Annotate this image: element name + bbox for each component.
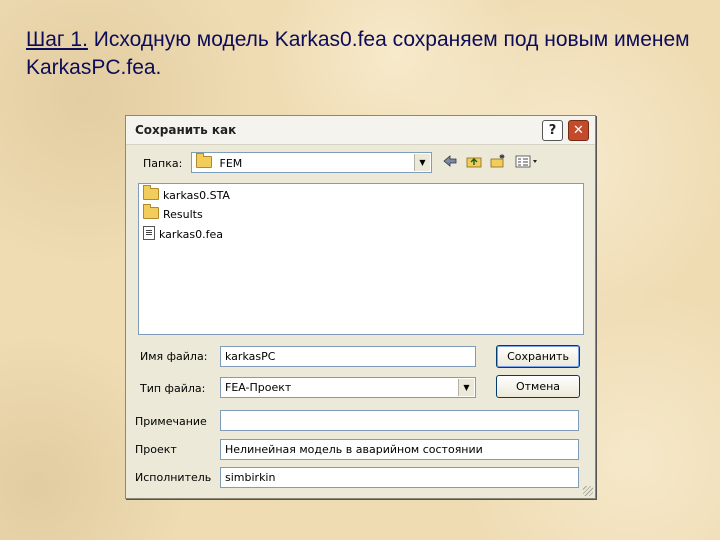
save-button[interactable]: Сохранить: [496, 345, 580, 368]
project-value: Нелинейная модель в аварийном состоянии: [225, 443, 483, 456]
filename-label: Имя файла:: [140, 350, 208, 363]
author-label: Исполнитель: [135, 471, 212, 484]
chevron-down-icon[interactable]: ▼: [414, 154, 430, 171]
folder-label: Папка:: [143, 157, 183, 170]
filetype-combo[interactable]: FEA-Проект ▼: [220, 377, 476, 398]
file-name: karkas0.fea: [159, 228, 223, 241]
folder-value: FEM: [219, 157, 243, 170]
resize-grip[interactable]: [583, 486, 593, 496]
file-name: Results: [163, 208, 203, 221]
filename-input[interactable]: karkasPC: [220, 346, 476, 367]
close-button[interactable]: ✕: [568, 120, 589, 141]
project-label: Проект: [135, 443, 177, 456]
folder-combo-value: FEM: [196, 153, 243, 170]
folder-icon: [143, 204, 159, 219]
view-menu-icon[interactable]: [514, 154, 540, 170]
folder-combo[interactable]: FEM ▼: [191, 152, 432, 173]
up-folder-icon[interactable]: [466, 154, 482, 170]
folder-icon: [143, 185, 159, 200]
file-list[interactable]: karkas0.STA Results karkas0.fea: [138, 183, 584, 335]
list-item[interactable]: karkas0.fea: [143, 226, 223, 241]
note-label: Примечание: [135, 415, 207, 428]
dialog-titlebar[interactable]: Сохранить как ? ✕: [126, 116, 595, 145]
project-input[interactable]: Нелинейная модель в аварийном состоянии: [220, 439, 579, 460]
back-icon[interactable]: [442, 154, 458, 170]
list-item[interactable]: Results: [143, 204, 203, 221]
author-value: simbirkin: [225, 471, 276, 484]
help-button[interactable]: ?: [542, 120, 563, 141]
dialog-title: Сохранить как: [135, 123, 237, 137]
step-label: Шаг 1.: [26, 28, 88, 51]
step-text: Исходную модель Karkas0.fea сохраняем по…: [26, 28, 690, 79]
chevron-down-icon[interactable]: ▼: [458, 379, 474, 396]
filetype-label: Тип файла:: [140, 382, 206, 395]
file-name: karkas0.STA: [163, 189, 230, 202]
save-as-dialog: Сохранить как ? ✕ Папка: FEM ▼ karkas0.S…: [125, 115, 596, 499]
filename-value: karkasPC: [225, 350, 276, 363]
filetype-value: FEA-Проект: [225, 381, 292, 394]
new-folder-icon[interactable]: [490, 154, 506, 170]
cancel-button[interactable]: Отмена: [496, 375, 580, 398]
slide-title: Шаг 1. Исходную модель Karkas0.fea сохра…: [26, 26, 706, 82]
folder-icon: [196, 153, 212, 168]
list-item[interactable]: karkas0.STA: [143, 185, 230, 202]
author-input[interactable]: simbirkin: [220, 467, 579, 488]
fea-file-icon: [143, 226, 155, 240]
note-input[interactable]: [220, 410, 579, 431]
